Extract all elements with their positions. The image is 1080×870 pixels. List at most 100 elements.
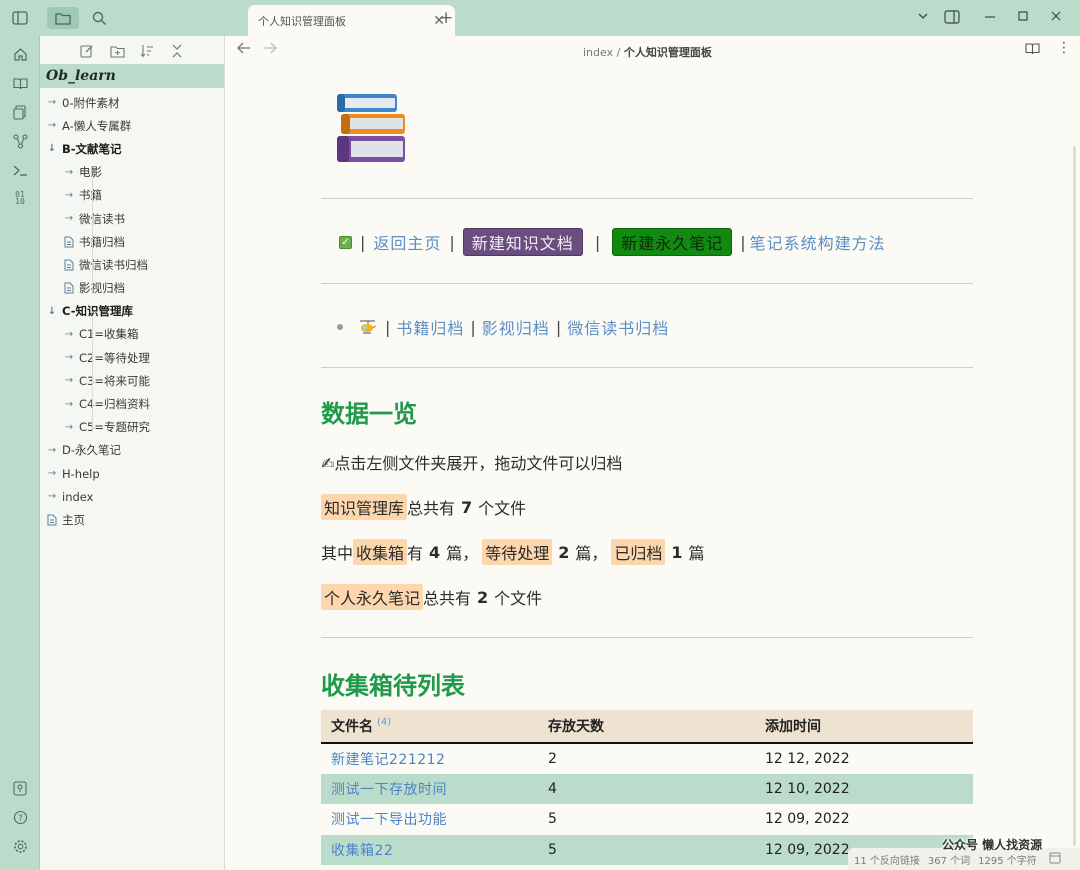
- copy-files-icon[interactable]: [10, 102, 30, 122]
- tree-folder[interactable]: → C1=收集箱: [40, 323, 224, 346]
- tag-inbox[interactable]: 收集箱: [353, 539, 408, 565]
- days-cell: 5: [538, 834, 755, 865]
- tree-folder[interactable]: → 0-附件素材: [40, 91, 224, 114]
- tree-folder[interactable]: → 书籍: [40, 184, 224, 207]
- ribbon: 01 10 ?: [0, 36, 40, 870]
- more-options-icon[interactable]: ⋮: [1057, 41, 1071, 55]
- file-link[interactable]: 收集箱22: [321, 834, 538, 865]
- tree-item-label: D-永久笔记: [62, 443, 122, 458]
- search-icon[interactable]: [88, 7, 110, 29]
- tree-folder[interactable]: → A-懒人专属群: [40, 114, 224, 137]
- tree-folder[interactable]: → 微信读书: [40, 207, 224, 230]
- tree-folder[interactable]: → C4=归档资料: [40, 392, 224, 415]
- new-folder-icon[interactable]: [109, 43, 125, 59]
- tree-folder[interactable]: ↓ C-知识管理库: [40, 300, 224, 323]
- header-label: 文件名: [331, 719, 373, 735]
- stat-text: 个文件: [494, 589, 543, 608]
- tree-folder[interactable]: → C2=等待处理: [40, 346, 224, 369]
- file-link[interactable]: 新建笔记221212: [321, 743, 538, 774]
- tree-folder[interactable]: → C3=将来可能: [40, 369, 224, 392]
- window-close-icon[interactable]: [1050, 10, 1062, 26]
- binary-icon[interactable]: 01 10: [10, 188, 30, 208]
- file-explorer: Ob_learn → 0-附件素材 → A-懒人专属群 ↓ B-文献笔记 → 电影 → 书籍 → 微信…: [40, 36, 225, 870]
- files-tab-folder-icon[interactable]: [47, 7, 79, 29]
- arrow-right-icon: →: [47, 120, 57, 132]
- maximize-icon[interactable]: [1017, 10, 1029, 26]
- tag-permanent-notes[interactable]: 个人永久笔记: [321, 584, 424, 610]
- sidebar-right-toggle-icon[interactable]: [944, 10, 960, 28]
- tree-folder[interactable]: → index: [40, 485, 224, 508]
- tree-folder[interactable]: → D-永久笔记: [40, 439, 224, 462]
- sort-icon[interactable]: [139, 43, 155, 59]
- column-header-added[interactable]: 添加时间: [755, 710, 973, 744]
- scrollbar[interactable]: [1073, 146, 1076, 846]
- tip-text: ✍点击左侧文件夹展开，拖动文件可以归档: [321, 454, 623, 473]
- arrow-down-icon: ↓: [47, 143, 57, 155]
- file-icon: [62, 282, 76, 294]
- file-link[interactable]: 测试一下存放时间: [321, 773, 538, 804]
- tree-file[interactable]: 主页: [40, 508, 224, 531]
- tree-folder[interactable]: ↓ B-文献笔记: [40, 137, 224, 160]
- tree-folder[interactable]: → H-help: [40, 462, 224, 485]
- vault-name[interactable]: Ob_learn: [40, 64, 224, 88]
- back-arrow-icon[interactable]: [237, 42, 251, 57]
- column-header-filename[interactable]: 文件名 (4): [321, 710, 538, 744]
- file-link[interactable]: 测试一下导出功能: [321, 804, 538, 835]
- backlinks-count[interactable]: 11 个反向链接: [854, 852, 920, 867]
- tree-folder[interactable]: → C5=专题研究: [40, 416, 224, 439]
- terminal-icon[interactable]: [10, 160, 30, 180]
- column-header-days[interactable]: 存放天数: [538, 710, 755, 744]
- layout-icon[interactable]: [1049, 852, 1061, 867]
- horizontal-rule: [321, 637, 973, 638]
- tree-item-label: A-懒人专属群: [62, 118, 132, 133]
- tab-bar: 个人知识管理面板 ✕ +: [225, 0, 1080, 36]
- stat-text: 篇，: [446, 544, 479, 563]
- tag-knowledge-library[interactable]: 知识管理库: [321, 494, 408, 520]
- tree-file[interactable]: 影视归档: [40, 277, 224, 300]
- tree-item-label: 电影: [79, 165, 102, 180]
- new-tab-plus-icon[interactable]: +: [439, 8, 453, 28]
- video-archive-link[interactable]: 影视归档: [482, 315, 550, 339]
- tag-archived[interactable]: 已归档: [611, 539, 666, 565]
- home-icon[interactable]: [10, 44, 30, 64]
- arrow-right-icon: →: [47, 444, 57, 456]
- tree-file[interactable]: 微信读书归档: [40, 253, 224, 276]
- stat-knowledge-library: 知识管理库 总共有 7 个文件: [321, 494, 526, 520]
- file-tree: → 0-附件素材 → A-懒人专属群 ↓ B-文献笔记 → 电影 → 书籍 → 微信读书 书籍归档 微信读…: [40, 88, 224, 532]
- back-home-link[interactable]: 返回主页: [373, 230, 441, 254]
- tree-folder[interactable]: → 电影: [40, 161, 224, 184]
- forward-arrow-icon[interactable]: [263, 42, 277, 57]
- arrow-right-icon: →: [64, 166, 74, 178]
- chevron-down-icon[interactable]: [917, 10, 929, 26]
- new-permanent-note-button[interactable]: 新建永久笔记: [612, 228, 733, 256]
- book-open-icon[interactable]: [10, 73, 30, 93]
- wechat-archive-link[interactable]: 微信读书归档: [567, 315, 669, 339]
- new-note-icon[interactable]: [79, 43, 95, 59]
- tab-knowledge-panel[interactable]: 个人知识管理面板 ✕: [248, 5, 455, 36]
- separator: |: [360, 232, 366, 252]
- help-icon[interactable]: ?: [10, 807, 30, 827]
- tree-guide-line: [92, 176, 93, 291]
- minimize-icon[interactable]: [984, 10, 996, 26]
- sidebar-toggle-icon[interactable]: [10, 7, 30, 29]
- tree-item-label: C-知识管理库: [62, 304, 133, 319]
- tree-item-label: 书籍: [79, 188, 102, 203]
- arrow-right-icon: →: [64, 398, 74, 410]
- tag-waiting[interactable]: 等待处理: [482, 539, 553, 565]
- collapse-all-icon[interactable]: [169, 43, 185, 59]
- inbox-table: 文件名 (4) 存放天数 添加时间 新建笔记221212 2 12 12, 2022 测…: [321, 710, 973, 865]
- graph-view-icon[interactable]: [10, 131, 30, 151]
- breadcrumb-parent[interactable]: index: [583, 46, 613, 59]
- note-content: ✓ | 返回主页 | 新建知识文档 | 新建永久笔记 | 笔记系统构建方法 | …: [225, 64, 1080, 870]
- new-knowledge-doc-button[interactable]: 新建知识文档: [462, 228, 583, 256]
- vault-switch-icon[interactable]: [10, 778, 30, 798]
- date-cell: 12 10, 2022: [755, 773, 973, 804]
- tree-file[interactable]: 书籍归档: [40, 230, 224, 253]
- settings-gear-icon[interactable]: [10, 836, 30, 856]
- reading-view-icon[interactable]: [1025, 42, 1040, 58]
- books-archive-link[interactable]: 书籍归档: [396, 315, 464, 339]
- table-row: 新建笔记221212 2 12 12, 2022: [321, 743, 973, 774]
- note-system-method-link[interactable]: 笔记系统构建方法: [750, 230, 886, 254]
- tree-item-label: 书籍归档: [79, 234, 125, 249]
- stat-breakdown: 其中 收集箱 有 4 篇， 等待处理 2 篇， 已归档 1 篇: [321, 539, 705, 565]
